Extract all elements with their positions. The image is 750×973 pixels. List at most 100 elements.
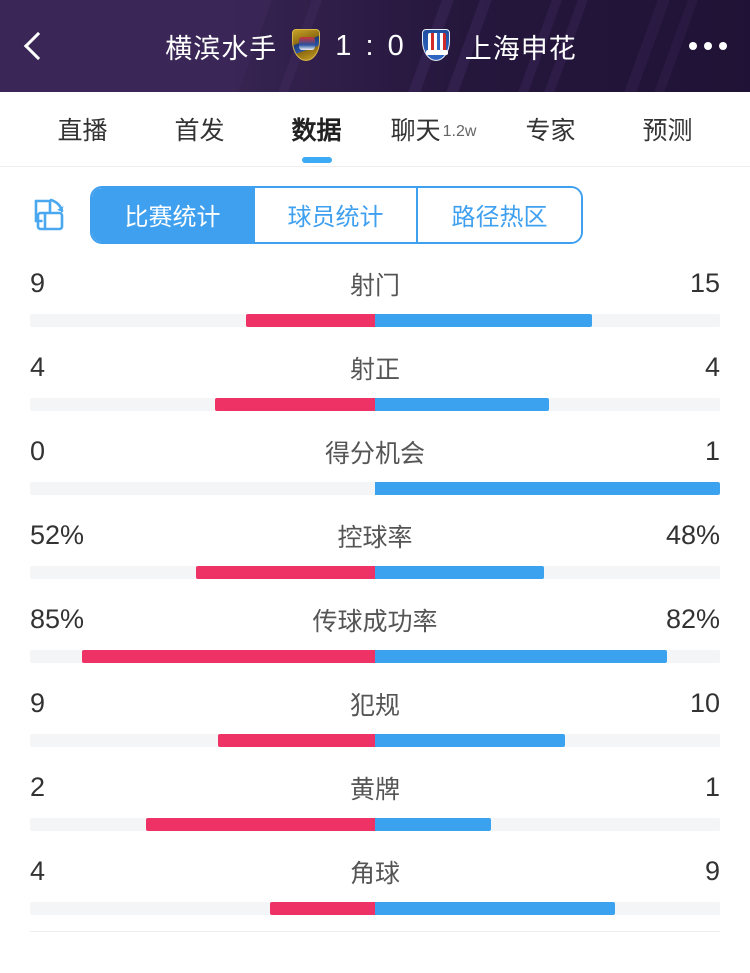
stat-home-value: 9 <box>30 268 45 299</box>
stat-bar-track <box>30 902 720 915</box>
chevron-left-icon <box>24 32 52 60</box>
stat-row: 4射正4 <box>0 346 750 430</box>
stat-bar-away <box>375 902 615 915</box>
more-horizontal-icon <box>719 42 727 50</box>
stat-row-labels: 52%控球率48% <box>30 520 720 551</box>
stat-bar-home <box>246 314 375 327</box>
stat-bar-home <box>270 902 375 915</box>
stat-bar-away <box>375 482 720 495</box>
stat-row-labels: 2黄牌1 <box>30 772 720 803</box>
list-bottom-divider <box>30 931 720 932</box>
more-options-button[interactable] <box>666 0 750 92</box>
stat-home-value: 85% <box>30 604 84 635</box>
more-horizontal-icon <box>689 42 697 50</box>
tab-experts[interactable]: 专家 <box>492 92 609 167</box>
stat-row: 85%传球成功率82% <box>0 598 750 682</box>
stat-row: 9犯规10 <box>0 682 750 766</box>
tab-lineup[interactable]: 首发 <box>141 92 258 167</box>
segment-player-stats[interactable]: 球员统计 <box>255 188 418 242</box>
stat-home-value: 9 <box>30 688 45 719</box>
app-header: 横滨水手 1 : 0 上海申花 <box>0 0 750 92</box>
stat-row: 4角球9 <box>0 850 750 934</box>
tab-label: 数据 <box>291 111 341 147</box>
main-tabbar: 直播 首发 数据 聊天 1.2w 专家 预测 <box>0 92 750 167</box>
stat-row-labels: 4射正4 <box>30 352 720 383</box>
stat-name: 传球成功率 <box>30 602 720 638</box>
stat-away-value: 48% <box>666 520 720 551</box>
stat-bar-home <box>218 734 375 747</box>
back-button[interactable] <box>0 0 76 92</box>
tab-prediction[interactable]: 预测 <box>609 92 726 167</box>
stat-name: 黄牌 <box>30 770 720 806</box>
stat-row: 52%控球率48% <box>0 514 750 598</box>
stat-row: 9射门15 <box>0 262 750 346</box>
tab-label: 专家 <box>525 111 575 147</box>
stat-bar-away <box>375 314 592 327</box>
stat-bar-home <box>82 650 375 663</box>
away-team-name: 上海申花 <box>465 27 577 66</box>
tab-label: 聊天 <box>391 111 441 147</box>
stat-home-value: 52% <box>30 520 84 551</box>
stat-bar-track <box>30 398 720 411</box>
stat-bar-home <box>146 818 375 831</box>
segment-label: 球员统计 <box>288 197 384 232</box>
stats-toolbar: 比赛统计 球员统计 路径热区 <box>0 167 750 262</box>
stat-name: 射正 <box>30 350 720 386</box>
stats-segmented-control: 比赛统计 球员统计 路径热区 <box>90 186 583 244</box>
stat-home-value: 0 <box>30 436 45 467</box>
tab-chat[interactable]: 聊天 1.2w <box>375 92 492 167</box>
stat-bar-track <box>30 482 720 495</box>
stat-away-value: 1 <box>705 772 720 803</box>
tab-label: 预测 <box>642 111 692 147</box>
stat-away-value: 1 <box>705 436 720 467</box>
tab-label: 首发 <box>174 111 224 147</box>
stat-bar-away <box>375 650 667 663</box>
stat-bar-away <box>375 566 544 579</box>
more-horizontal-icon <box>704 42 712 50</box>
home-team-name: 横滨水手 <box>165 27 277 66</box>
segment-heatmap[interactable]: 路径热区 <box>418 188 581 242</box>
stat-name: 犯规 <box>30 686 720 722</box>
stat-name: 得分机会 <box>30 434 720 470</box>
stat-away-value: 15 <box>690 268 720 299</box>
stat-name: 角球 <box>30 854 720 890</box>
tab-live[interactable]: 直播 <box>24 92 141 167</box>
segment-label: 路径热区 <box>452 197 548 232</box>
away-team-crest-icon <box>419 27 453 65</box>
stat-row: 0得分机会1 <box>0 430 750 514</box>
stat-away-value: 10 <box>690 688 720 719</box>
stat-row: 2黄牌1 <box>0 766 750 850</box>
stat-home-value: 4 <box>30 856 45 887</box>
stat-row-labels: 85%传球成功率82% <box>30 604 720 635</box>
match-stats-list: 9射门154射正40得分机会152%控球率48%85%传球成功率82%9犯规10… <box>0 262 750 934</box>
stat-away-value: 4 <box>705 352 720 383</box>
stat-bar-away <box>375 734 565 747</box>
stat-bar-track <box>30 818 720 831</box>
stat-home-value: 2 <box>30 772 45 803</box>
stat-row-labels: 0得分机会1 <box>30 436 720 467</box>
match-score-header: 横滨水手 1 : 0 上海申花 <box>76 27 666 66</box>
stat-row-labels: 4角球9 <box>30 856 720 887</box>
stat-bar-away <box>375 398 549 411</box>
rotate-screen-icon[interactable] <box>18 187 78 243</box>
stat-bar-track <box>30 314 720 327</box>
tab-label: 直播 <box>57 111 107 147</box>
stat-home-value: 4 <box>30 352 45 383</box>
stat-row-labels: 9犯规10 <box>30 688 720 719</box>
stat-row-labels: 9射门15 <box>30 268 720 299</box>
stat-bar-track <box>30 734 720 747</box>
stat-name: 控球率 <box>30 518 720 554</box>
chat-count-badge: 1.2w <box>443 123 477 141</box>
match-score: 1 : 0 <box>335 30 406 63</box>
stat-bar-home <box>215 398 375 411</box>
segment-label: 比赛统计 <box>125 197 221 232</box>
segment-match-stats[interactable]: 比赛统计 <box>92 188 255 242</box>
stat-bar-track <box>30 650 720 663</box>
home-team-crest-icon <box>289 27 323 65</box>
tab-stats[interactable]: 数据 <box>258 92 375 167</box>
stat-bar-home <box>196 566 375 579</box>
stat-away-value: 9 <box>705 856 720 887</box>
stat-bar-track <box>30 566 720 579</box>
stat-away-value: 82% <box>666 604 720 635</box>
stat-bar-away <box>375 818 491 831</box>
